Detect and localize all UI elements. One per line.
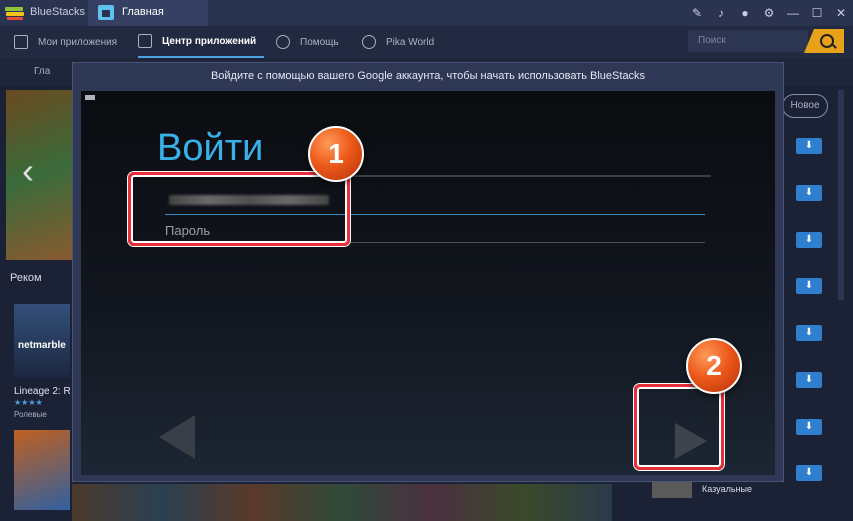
nav-app-center-label: Центр приложений [162, 35, 257, 47]
step-marker-1: 1 [308, 126, 364, 182]
featured-carousel[interactable] [6, 90, 72, 260]
app-genre: Казуальные [702, 484, 752, 494]
help-icon [276, 35, 290, 49]
minimize-icon[interactable]: — [781, 6, 805, 20]
highlight-login-fields [128, 172, 350, 246]
download-icon[interactable]: ⬇ [796, 278, 822, 294]
rating-stars: ★★★★ [14, 398, 43, 407]
nav-help-label: Помощь [300, 36, 339, 48]
breadcrumb[interactable]: Гла [34, 66, 50, 77]
bag-icon [138, 34, 152, 48]
bell-icon[interactable]: ♪ [709, 6, 733, 20]
download-icon[interactable]: ⬇ [796, 232, 822, 248]
app-thumbnail-row[interactable] [72, 484, 612, 521]
settings-icon[interactable]: ⚙ [757, 6, 781, 20]
new-filter-button[interactable]: Новое [782, 94, 828, 118]
highlight-next-button [634, 384, 724, 470]
maximize-icon[interactable]: ☐ [805, 6, 829, 20]
section-title: Реком [10, 272, 42, 284]
download-icon[interactable]: ⬇ [796, 372, 822, 388]
app-brand: netmarble [18, 340, 66, 351]
nav-help[interactable]: Помощь [276, 26, 339, 58]
step-marker-2: 2 [686, 338, 742, 394]
bluestacks-logo-icon [5, 7, 24, 20]
back-arrow-icon[interactable] [159, 415, 195, 459]
app-thumbnail[interactable] [14, 430, 70, 510]
dialog-header: Войдите с помощью вашего Google аккаунта… [210, 70, 646, 82]
record-icon[interactable]: ● [733, 6, 757, 20]
nav-pika-world[interactable]: Pika World [362, 26, 434, 58]
status-bar-icon [85, 95, 95, 100]
chevron-left-icon[interactable]: ‹ [22, 150, 34, 192]
download-icon[interactable]: ⬇ [796, 325, 822, 341]
signin-title: Войти [157, 127, 264, 169]
close-icon[interactable]: ✕ [829, 6, 853, 20]
search-input[interactable]: Поиск [688, 30, 808, 52]
home-tab-icon [98, 5, 114, 20]
app-genre: Ролевые [14, 410, 47, 419]
app-name: BlueStacks [30, 6, 86, 18]
download-icon[interactable]: ⬇ [796, 419, 822, 435]
download-icon[interactable]: ⬇ [796, 185, 822, 201]
title-bar: BlueStacks Главная ✎ ♪ ● ⚙ — ☐ ✕ [0, 0, 853, 26]
tab-home[interactable]: Главная [88, 0, 208, 26]
wrench-icon[interactable]: ✎ [685, 6, 709, 20]
download-icon[interactable]: ⬇ [796, 138, 822, 154]
grid-icon [14, 35, 28, 49]
app-title[interactable]: Lineage 2: R [14, 386, 71, 397]
nav-pika-world-label: Pika World [386, 36, 435, 48]
app-thumbnail[interactable]: netmarble [14, 304, 70, 378]
tab-home-label: Главная [122, 6, 164, 18]
nav-app-center[interactable]: Центр приложений [138, 26, 265, 58]
nav-my-apps-label: Мои приложения [38, 36, 118, 48]
nav-my-apps[interactable]: Мои приложения [14, 26, 117, 58]
window-controls: ✎ ♪ ● ⚙ — ☐ ✕ [685, 0, 853, 26]
scrollbar[interactable] [838, 90, 844, 300]
download-icon[interactable]: ⬇ [796, 465, 822, 481]
pin-icon [362, 35, 376, 49]
